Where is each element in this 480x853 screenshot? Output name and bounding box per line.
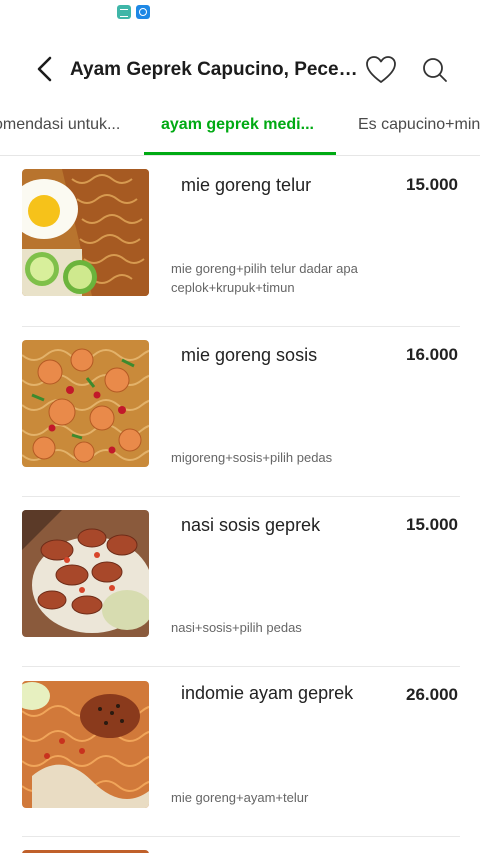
item-price: 16.000 xyxy=(406,345,458,364)
active-tab-indicator xyxy=(144,152,336,155)
item-description: migoreng+sosis+pilih pedas xyxy=(171,450,333,465)
item-name: mie goreng sosis xyxy=(181,345,318,365)
notification-app-icon xyxy=(136,5,150,19)
search-button[interactable] xyxy=(420,54,450,86)
heart-icon xyxy=(366,56,396,83)
food-image xyxy=(22,510,149,637)
status-bar xyxy=(0,0,480,26)
list-item[interactable]: nasi sosis geprek 15.000 nasi+sosis+pili… xyxy=(0,497,480,667)
back-arrow-icon xyxy=(37,56,52,82)
back-button[interactable] xyxy=(30,54,60,84)
food-image xyxy=(22,169,149,296)
item-description: mie goreng+ayam+telur xyxy=(171,790,309,805)
header: Ayam Geprek Capucino, Pecel L... xyxy=(0,40,480,100)
tab-ayam-geprek[interactable]: ayam geprek medi... xyxy=(161,116,314,134)
list-item[interactable]: mie goreng telur 15.000 mie goreng+pilih… xyxy=(0,157,480,327)
item-price: 15.000 xyxy=(406,175,458,194)
item-description: mie goreng+pilih telur dadar apa ceplok+… xyxy=(171,261,358,295)
search-icon xyxy=(423,58,447,82)
notification-app-icon xyxy=(117,5,131,19)
tab-rekomendasi[interactable]: omendasi untuk... xyxy=(0,116,120,134)
tab-es-capucino[interactable]: Es capucino+min xyxy=(358,116,480,134)
item-name: indomie ayam geprek xyxy=(181,683,354,703)
item-name: nasi sosis geprek xyxy=(181,515,321,535)
food-image xyxy=(22,340,149,467)
item-description: nasi+sosis+pilih pedas xyxy=(171,620,302,635)
list-item[interactable]: mie goreng sosis 16.000 migoreng+sosis+p… xyxy=(0,327,480,497)
favorite-button[interactable] xyxy=(364,54,398,86)
divider xyxy=(22,836,460,837)
page-title: Ayam Geprek Capucino, Pecel L... xyxy=(70,59,360,80)
list-item[interactable]: indomie ayam geprek 26.000 mie goreng+ay… xyxy=(0,667,480,837)
item-price: 26.000 xyxy=(406,685,458,704)
item-name: mie goreng telur xyxy=(181,175,312,195)
food-image xyxy=(22,681,149,808)
category-tabs: omendasi untuk... ayam geprek medi... Es… xyxy=(0,102,480,156)
item-price: 15.000 xyxy=(406,515,458,534)
